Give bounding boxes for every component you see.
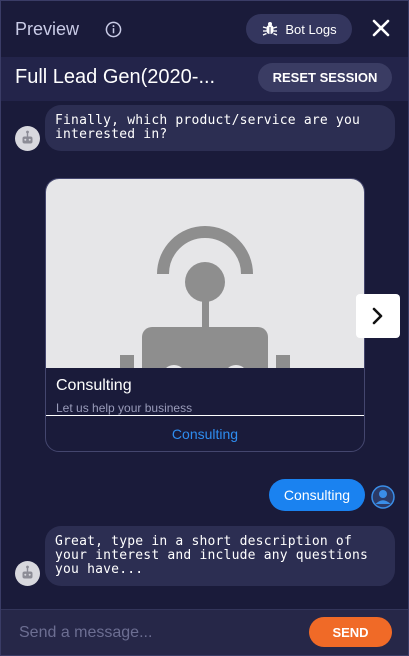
bot-message: Finally, which product/service are you i… [45, 105, 395, 151]
bot-message: Great, type in a short description of yo… [45, 526, 395, 586]
card-subtitle: Let us help your business [56, 401, 193, 415]
reset-session-button[interactable]: RESET SESSION [258, 63, 392, 92]
robot-placeholder-icon [120, 226, 290, 368]
preview-panel: Preview Bot Logs Full Lead Gen(2020-... … [0, 0, 409, 656]
card-option-button[interactable]: Consulting [46, 416, 364, 451]
bot-avatar-icon [15, 126, 40, 151]
session-header: Full Lead Gen(2020-... RESET SESSION [1, 57, 408, 101]
carousel-next-button[interactable] [356, 294, 400, 338]
message-composer: SEND [1, 609, 408, 655]
chat-transcript[interactable]: Finally, which product/service are you i… [1, 101, 408, 609]
panel-title: Preview [15, 19, 80, 39]
bot-logs-label: Bot Logs [285, 21, 337, 37]
user-message-text: Consulting [283, 487, 351, 503]
bot-message-text: Great, type in a short description of yo… [55, 534, 369, 577]
card-title: Consulting [56, 377, 132, 394]
card-image [46, 179, 364, 368]
bot-logs-button[interactable]: Bot Logs [246, 14, 352, 44]
bug-icon [263, 22, 278, 36]
send-button[interactable]: SEND [309, 617, 392, 647]
message-input[interactable] [11, 618, 296, 648]
close-icon[interactable] [371, 18, 391, 38]
info-icon[interactable] [105, 21, 122, 38]
bot-name: Full Lead Gen(2020-... [15, 66, 216, 88]
bot-message-text: Finally, which product/service are you i… [55, 113, 361, 142]
user-avatar-icon [371, 485, 395, 509]
chevron-right-icon [372, 307, 383, 325]
bot-avatar-icon [15, 561, 40, 586]
user-message: Consulting [269, 479, 365, 511]
product-card: Consulting Let us help your business Con… [45, 178, 365, 452]
top-bar: Preview Bot Logs [1, 1, 408, 57]
